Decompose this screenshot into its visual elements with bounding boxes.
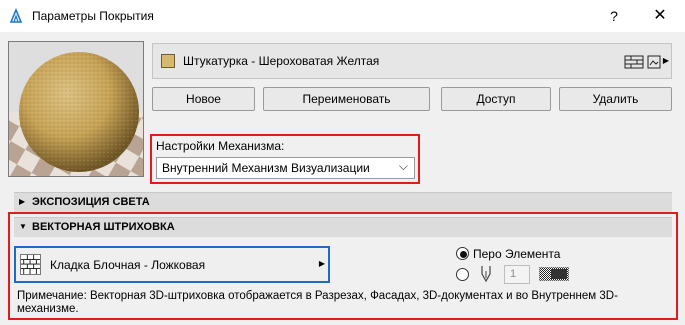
hatch-note-text: Примечание: Векторная 3D-штриховка отобр… bbox=[17, 290, 618, 315]
title-bar: Параметры Покрытия ? ✕ bbox=[0, 0, 685, 32]
fill-pattern-selector[interactable]: Кладка Блочная - Ложковая ▶ bbox=[14, 246, 330, 283]
pen-color-swatch[interactable] bbox=[539, 267, 569, 281]
section-light-exposure[interactable]: ▶ ЭКСПОЗИЦИЯ СВЕТА bbox=[14, 192, 672, 212]
engine-settings-label: Настройки Механизма: bbox=[156, 139, 285, 153]
rename-button[interactable]: Переименовать bbox=[263, 87, 430, 111]
section-light-title: ЭКСПОЗИЦИЯ СВЕТА bbox=[32, 196, 150, 208]
section-hatch-title: ВЕКТОРНАЯ ШТРИХОВКА bbox=[32, 221, 175, 233]
material-selector[interactable]: Штукатурка - Шероховатая Желтая ▶ bbox=[152, 43, 672, 79]
section-vector-hatch[interactable]: ▼ ВЕКТОРНАЯ ШТРИХОВКА bbox=[14, 217, 672, 237]
engine-selected-value: Внутренний Механизм Визуализации bbox=[162, 161, 370, 175]
material-name: Штукатурка - Шероховатая Желтая bbox=[183, 54, 380, 68]
radio-selected-dot bbox=[460, 251, 467, 258]
fill-pattern-name: Кладка Блочная - Ложковая bbox=[50, 258, 206, 272]
preview-sphere-image bbox=[9, 42, 143, 176]
material-menu-arrow-icon: ▶ bbox=[662, 56, 669, 65]
access-button[interactable]: Доступ bbox=[441, 87, 551, 111]
help-button[interactable]: ? bbox=[604, 6, 624, 26]
material-preview bbox=[8, 41, 144, 177]
new-button[interactable]: Новое bbox=[152, 87, 255, 111]
archicad-app-icon bbox=[8, 8, 24, 24]
collapse-triangle-icon: ▼ bbox=[19, 222, 27, 231]
brick-pattern-icon bbox=[20, 254, 41, 275]
chevron-down-icon: ⌵ bbox=[398, 159, 408, 173]
window-title: Параметры Покрытия bbox=[32, 9, 154, 23]
fill-menu-arrow-icon: ▶ bbox=[318, 259, 325, 268]
material-color-swatch bbox=[161, 54, 175, 68]
pen-icon bbox=[481, 266, 491, 283]
custom-pen-radio[interactable] bbox=[456, 268, 469, 281]
close-button[interactable]: ✕ bbox=[650, 6, 670, 26]
pen-element-radio[interactable] bbox=[456, 247, 469, 260]
pen-number-field[interactable]: 1 bbox=[504, 265, 530, 284]
engine-dropdown[interactable]: Внутренний Механизм Визуализации ⌵ bbox=[156, 157, 415, 179]
pen-element-label: Перо Элемента bbox=[473, 247, 561, 261]
expand-triangle-icon: ▶ bbox=[19, 197, 26, 206]
delete-button[interactable]: Удалить bbox=[559, 87, 672, 111]
